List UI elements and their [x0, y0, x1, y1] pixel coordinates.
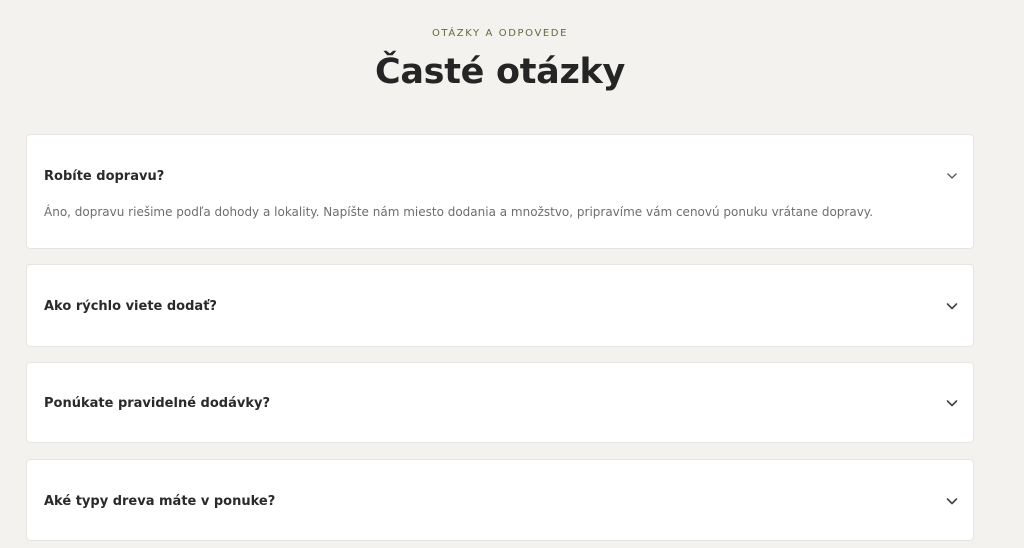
faq-question[interactable]: Ako rýchlo viete dodať? — [44, 299, 217, 314]
faq-question[interactable]: Aké typy dreva máte v ponuke? — [44, 494, 275, 509]
chevron-down-icon[interactable] — [945, 299, 959, 313]
faq-item-transport[interactable]: Robíte dopravu? Áno, dopravu riešime pod… — [26, 134, 974, 249]
faq-question[interactable]: Ponúkate pravidelné dodávky? — [44, 396, 270, 411]
faq-item-wood-types[interactable]: Aké typy dreva máte v ponuke? — [26, 459, 974, 541]
section-eyebrow: OTÁZKY A ODPOVEDE — [431, 28, 569, 39]
chevron-down-icon[interactable] — [945, 169, 959, 183]
page-title: Časté otázky — [374, 52, 626, 92]
faq-answer: Áno, dopravu riešime podľa dohody a loka… — [44, 205, 874, 219]
faq-question[interactable]: Robíte dopravu? — [44, 169, 164, 184]
chevron-down-icon[interactable] — [945, 494, 959, 508]
faq-item-regular-deliveries[interactable]: Ponúkate pravidelné dodávky? — [26, 362, 974, 443]
chevron-down-icon[interactable] — [945, 396, 959, 410]
faq-item-delivery-speed[interactable]: Ako rýchlo viete dodať? — [26, 264, 974, 347]
